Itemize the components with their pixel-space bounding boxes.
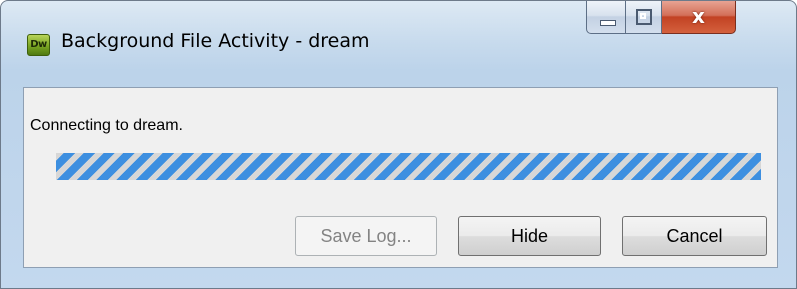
window-title: Background File Activity - dream: [61, 30, 370, 52]
maximize-button[interactable]: [626, 1, 662, 34]
dreamweaver-app-icon[interactable]: Dw: [27, 34, 50, 56]
minimize-button[interactable]: [586, 1, 626, 34]
close-icon: x: [692, 4, 705, 28]
title-bar[interactable]: Dw Background File Activity - dream x: [1, 1, 796, 77]
save-log-button[interactable]: Save Log...: [295, 216, 437, 256]
progress-bar: [56, 153, 761, 180]
minimize-icon: [600, 20, 616, 26]
hide-button[interactable]: Hide: [458, 216, 601, 256]
cancel-button[interactable]: Cancel: [622, 216, 767, 256]
status-message: Connecting to dream.: [30, 117, 183, 134]
maximize-icon: [636, 9, 652, 25]
caption-buttons: x: [586, 1, 783, 37]
close-button[interactable]: x: [662, 1, 736, 34]
